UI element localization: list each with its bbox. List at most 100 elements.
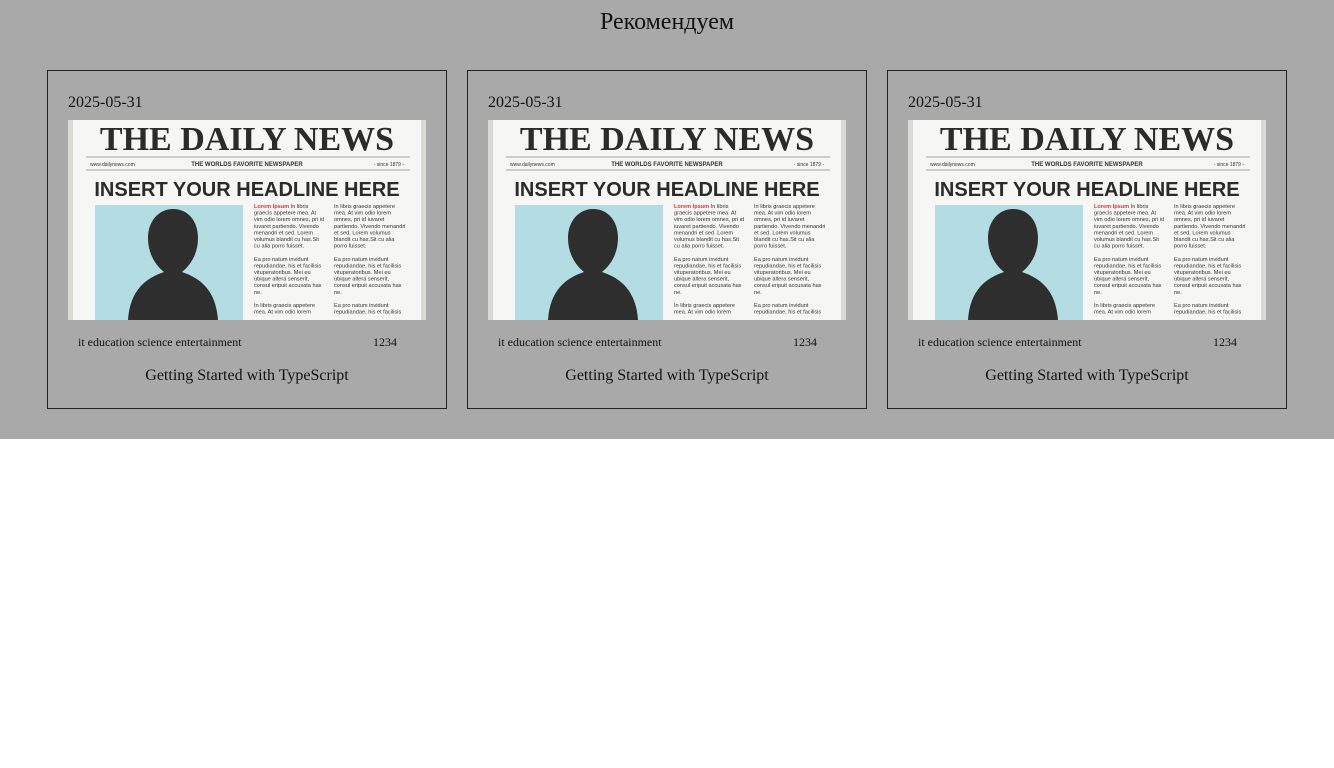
article-text-line: consul eripuit accusata has xyxy=(1094,283,1162,289)
headline-text: INSERT YOUR HEADLINE HERE xyxy=(94,179,399,201)
article-text-line: ubique altera senserit, xyxy=(754,277,809,283)
card-tags: it education science entertainment xyxy=(498,335,662,349)
card-title[interactable]: Getting Started with TypeScript xyxy=(468,366,866,386)
article-text-line: repudiandae, his et facilisis xyxy=(1174,263,1241,269)
article-text-line: ne. xyxy=(334,290,342,296)
article-text-line: vituperatoribus. Mei eu xyxy=(1174,270,1231,276)
masthead-text: THE DAILY NEWS xyxy=(940,121,1234,158)
card-views: 1234 xyxy=(793,335,817,349)
article-text-line: repudiandae, his et facilisis xyxy=(1174,310,1241,316)
article-text-line: menandri et sed. Lorem xyxy=(1094,230,1153,236)
article-text-line: vituperatoribus. Mei eu xyxy=(254,270,311,276)
article-text-line: Ea pro natum invidunt xyxy=(754,303,809,309)
card-title[interactable]: Getting Started with TypeScript xyxy=(48,366,446,386)
article-text-line: vim odio lorem omnes, pri id xyxy=(674,217,744,223)
article-text-line: menandri et sed. Lorem xyxy=(674,230,733,236)
card-tags: it education science entertainment xyxy=(78,335,242,349)
article-text-line: porro fuisset. xyxy=(1174,244,1207,250)
article-text-line: vituperatoribus. Mei eu xyxy=(674,270,731,276)
article-text-line: omnes, pri id iuvaret xyxy=(334,217,385,223)
since-text: - since 1879 - xyxy=(374,162,405,168)
article-text-line: ubique altera senserit, xyxy=(674,277,729,283)
article-text-line: Ea pro natum invidunt xyxy=(334,257,389,263)
article-text-line: In libris graecis appetere xyxy=(674,303,735,309)
article-text-line: consul eripuit accusata has xyxy=(674,283,742,289)
card-thumbnail[interactable]: THE DAILY NEWS www.dailynews.com THE WOR… xyxy=(908,120,1266,320)
article-text-line: partiendo. Vivendo menandri xyxy=(334,224,405,230)
site-text: www.dailynews.com xyxy=(930,162,975,168)
article-text-line: mea. At vim odio lorem xyxy=(674,310,731,316)
tagline-text: THE WORLDS FAVORITE NEWSPAPER xyxy=(611,162,723,168)
article-text-line: vim odio lorem omnes, pri id xyxy=(1094,217,1164,223)
card-thumbnail[interactable]: THE DAILY NEWS www.dailynews.com THE WOR… xyxy=(488,120,846,320)
article-text-line: blandit cu has.Sit cu alia xyxy=(334,237,395,243)
card-thumbnail[interactable]: THE DAILY NEWS www.dailynews.com THE WOR… xyxy=(68,120,426,320)
section-title: Рекомендуем xyxy=(599,9,735,35)
article-text-line: omnes, pri id iuvaret xyxy=(1174,217,1225,223)
article-text-line: Ea pro natum invidunt xyxy=(1174,257,1229,263)
site-text: www.dailynews.com xyxy=(90,162,135,168)
article-text-line: In libris graecis appetere xyxy=(754,204,815,210)
article-text-line: ne. xyxy=(674,290,682,296)
headline-text: INSERT YOUR HEADLINE HERE xyxy=(514,179,819,201)
card-date: 2025-05-31 xyxy=(68,94,143,111)
article-text-line: ubique altera senserit, xyxy=(334,277,389,283)
newspaper-image: THE DAILY NEWS www.dailynews.com THE WOR… xyxy=(488,120,846,320)
since-text: - since 1879 - xyxy=(794,162,825,168)
card-views: 1234 xyxy=(1213,335,1237,349)
article-text-line: cu alia porro fuisset. xyxy=(254,244,305,250)
site-text: www.dailynews.com xyxy=(510,162,555,168)
article-text-line: repudiandae, his et facilisis xyxy=(254,263,321,269)
article-card[interactable]: 2025-05-31 THE DAILY NEWS www.dailynews.… xyxy=(47,70,447,409)
article-text-line: graecis appetere mea. At xyxy=(674,211,737,217)
article-text-line: graecis appetere mea. At xyxy=(254,211,317,217)
article-text-line: In libris graecis appetere xyxy=(1174,204,1235,210)
article-text-line: vituperatoribus. Mei eu xyxy=(1094,270,1151,276)
article-text-line: mea. At vim odio lorem xyxy=(254,310,311,316)
article-text-line: Ea pro natum invidunt xyxy=(334,303,389,309)
article-text-line: consul eripuit accusata has xyxy=(1174,283,1242,289)
article-text-line: ubique altera senserit, xyxy=(254,277,309,283)
article-text-line: ne. xyxy=(1174,290,1182,296)
card-date: 2025-05-31 xyxy=(908,94,983,111)
article-text-line: repudiandae, his et facilisis xyxy=(754,310,821,316)
article-text-line: partiendo. Vivendo menandri xyxy=(754,224,825,230)
article-text-line: repudiandae, his et facilisis xyxy=(1094,263,1161,269)
recommended-section: Рекомендуем 2025-05-31 THE DAILY NEWS ww… xyxy=(0,0,1334,439)
article-text-line: iuvaret partiendo. Vivendo xyxy=(674,224,739,230)
article-text-line: volumus blandit cu has.Sit xyxy=(674,237,739,243)
card-title[interactable]: Getting Started with TypeScript xyxy=(888,366,1286,386)
since-text: - since 1879 - xyxy=(1214,162,1245,168)
article-text-line: mea. At vim odio lorem xyxy=(754,211,811,217)
article-text-line: vim odio lorem omnes, pri id xyxy=(254,217,324,223)
card-views: 1234 xyxy=(373,335,397,349)
article-text-line: porro fuisset. xyxy=(334,244,367,250)
headline-text: INSERT YOUR HEADLINE HERE xyxy=(934,179,1239,201)
tagline-text: THE WORLDS FAVORITE NEWSPAPER xyxy=(1031,162,1143,168)
article-text-line: In libris graecis appetere xyxy=(254,303,315,309)
tagline-text: THE WORLDS FAVORITE NEWSPAPER xyxy=(191,162,303,168)
article-text-line: Ea pro natum invidunt xyxy=(1094,257,1149,263)
article-text-line: volumus blandit cu has.Sit xyxy=(1094,237,1159,243)
article-text-line: blandit cu has.Sit cu alia xyxy=(1174,237,1235,243)
article-text-line: et sed. Lorem volumus xyxy=(334,230,391,236)
masthead-text: THE DAILY NEWS xyxy=(520,121,814,158)
article-text-line: volumus blandit cu has.Sit xyxy=(254,237,319,243)
article-text-line: consul eripuit accusata has xyxy=(254,283,322,289)
article-text-line: In libris graecis appetere xyxy=(1094,303,1155,309)
article-text-line: Lorem Ipsum In libris xyxy=(254,204,309,210)
article-text-line: repudiandae, his et facilisis xyxy=(674,263,741,269)
article-text-line: blandit cu has.Sit cu alia xyxy=(754,237,815,243)
article-text-line: Lorem Ipsum In libris xyxy=(1094,204,1149,210)
article-card[interactable]: 2025-05-31 THE DAILY NEWS www.dailynews.… xyxy=(467,70,867,409)
article-text-line: et sed. Lorem volumus xyxy=(754,230,811,236)
article-text-line: ubique altera senserit, xyxy=(1174,277,1229,283)
article-text-line: mea. At vim odio lorem xyxy=(1094,310,1151,316)
card-date: 2025-05-31 xyxy=(488,94,563,111)
article-text-line: ubique altera senserit, xyxy=(1094,277,1149,283)
article-text-line: Ea pro natum invidunt xyxy=(674,257,729,263)
article-text-line: iuvaret partiendo. Vivendo xyxy=(254,224,319,230)
article-text-line: mea. At vim odio lorem xyxy=(1174,211,1231,217)
article-card[interactable]: 2025-05-31 THE DAILY NEWS www.dailynews.… xyxy=(887,70,1287,409)
article-text-line: ne. xyxy=(754,290,762,296)
